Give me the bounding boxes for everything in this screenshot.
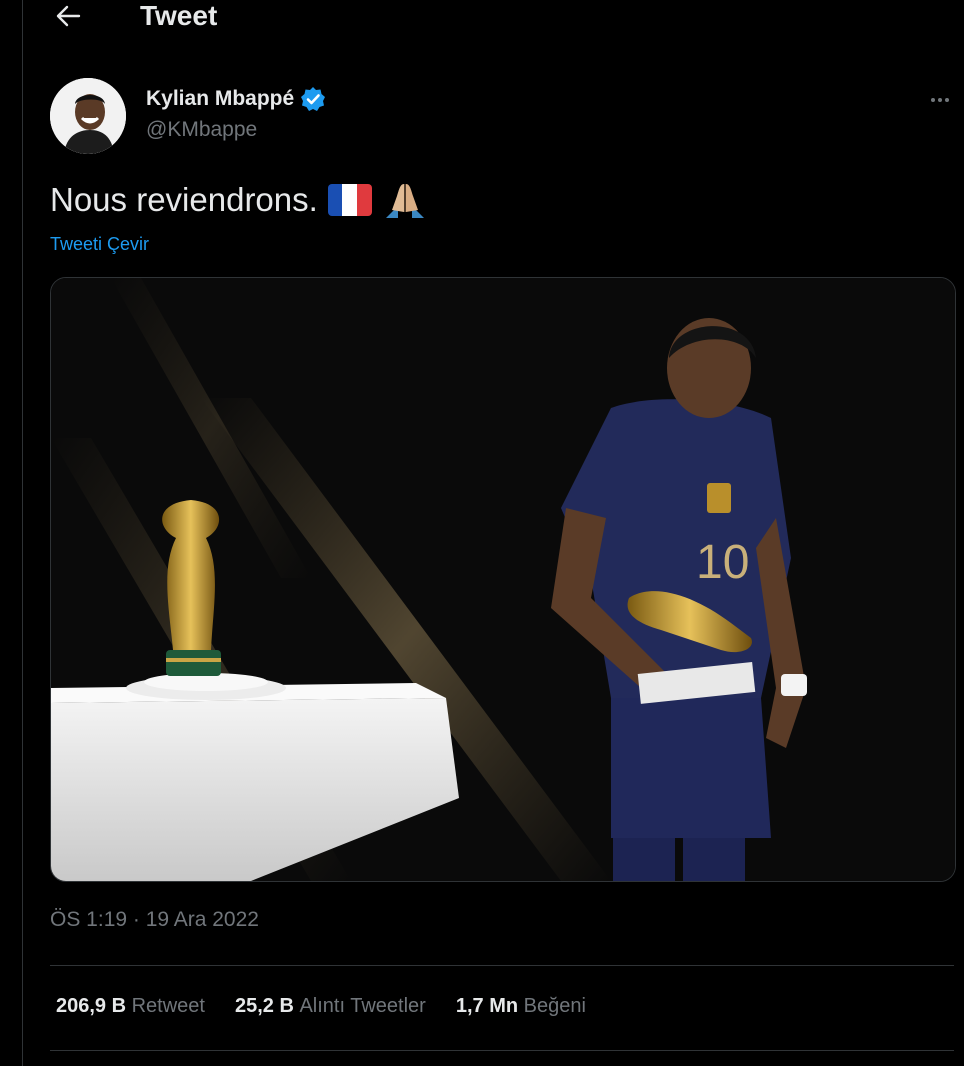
photo-illustration: 10 [51,278,955,881]
back-button[interactable] [51,0,85,32]
arrow-left-icon [56,5,81,27]
quote-tweet-count-label: Alıntı Tweetler [299,995,426,1017]
quote-tweet-count-value: 25,2 B [234,995,300,1017]
tweet-text: Nous reviendrons. [50,180,428,220]
author-name[interactable]: Kylian Mbappé [146,86,326,112]
avatar-image [50,78,126,154]
retweet-count-value: 206,9 B [56,995,132,1017]
divider [50,965,954,966]
more-dot [931,98,935,102]
more-options-button[interactable] [925,90,955,110]
tweet-timestamp[interactable]: ÖS 1:19 · 19 Ara 2022 [50,908,259,932]
avatar[interactable] [50,78,126,154]
retweet-count-label: Retweet [131,995,205,1017]
folded-hands-icon [385,184,424,218]
svg-text:10: 10 [696,536,749,589]
author-handle[interactable]: @KMbappe [146,118,257,142]
like-count-label: Beğeni [523,995,586,1017]
verified-badge-icon [301,87,326,111]
tweet-page: Tweet Kylian Mbappé @KMbappe Nous revien… [0,0,964,1066]
more-dot [945,98,949,102]
tweet-media-photo[interactable]: 10 [50,277,956,882]
like-count-value: 1,7 Mn [455,995,524,1017]
like-count[interactable]: 1,7 Mn Beğeni [456,995,586,1018]
tweet-stats: 206,9 B Retweet 25,2 B Alıntı Tweetler 1… [56,995,586,1018]
page-title: Tweet [140,0,218,31]
author-name-text: Kylian Mbappé [146,87,295,110]
quote-tweet-count[interactable]: 25,2 B Alıntı Tweetler [235,995,426,1018]
tweet-text-body: Nous reviendrons. [50,181,318,218]
flag-france-icon [327,184,372,216]
column-border [22,0,23,1066]
translate-tweet-link[interactable]: Tweeti Çevir [50,234,149,255]
more-dot [938,98,942,102]
page-header: Tweet [23,0,964,34]
divider [50,1050,954,1051]
retweet-count[interactable]: 206,9 B Retweet [56,995,205,1018]
